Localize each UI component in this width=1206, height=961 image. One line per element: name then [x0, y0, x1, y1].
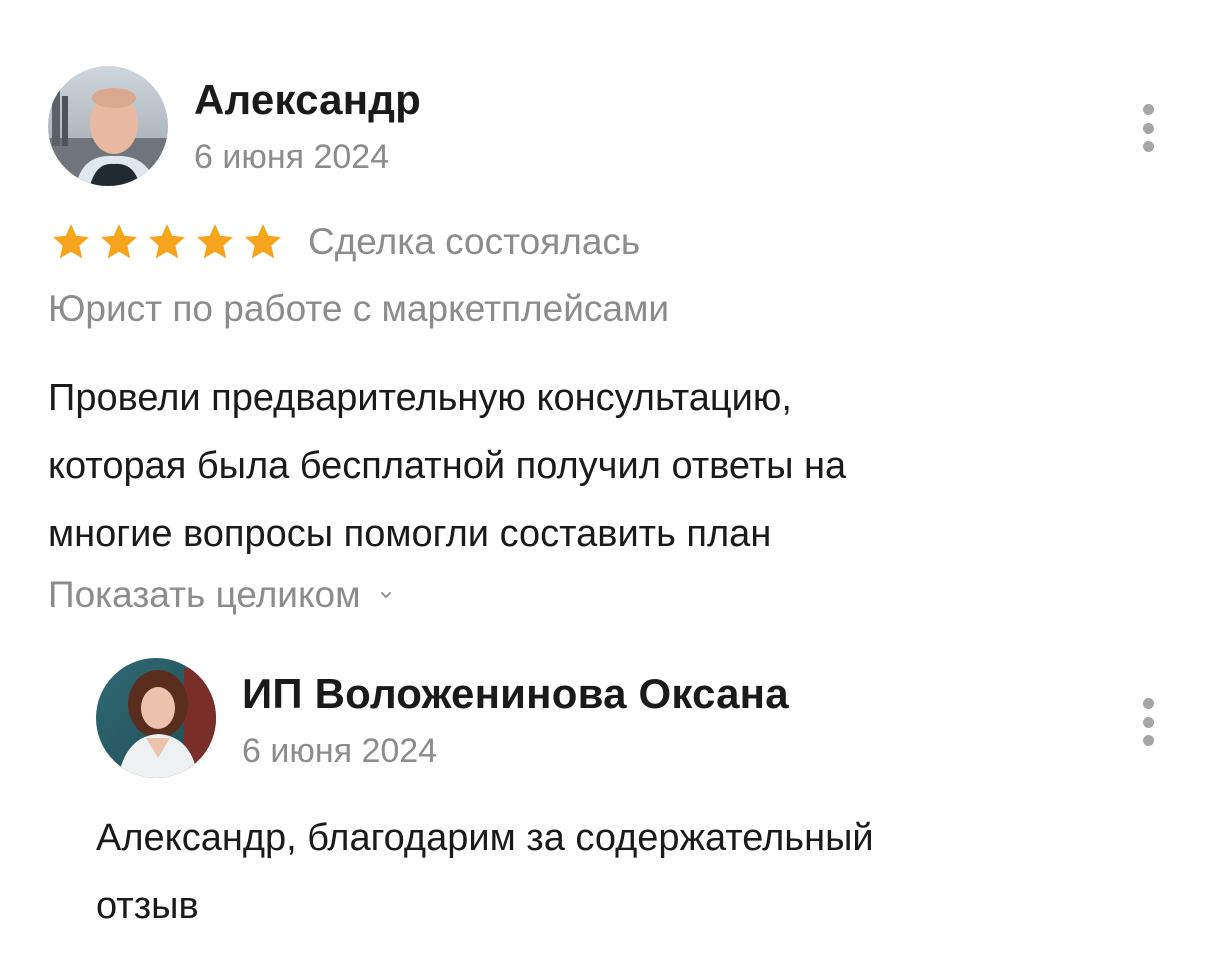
chevron-down-icon: [380, 592, 391, 598]
review-card: Александр 6 июня 2024 Сделка состоялась …: [48, 66, 1158, 615]
menu-dot: [1142, 141, 1154, 152]
star-rating: [48, 220, 286, 264]
seller-avatar-image: [96, 658, 216, 778]
rating-row: Сделка состоялась: [48, 220, 641, 264]
menu-dot: [1142, 716, 1154, 728]
service-name: Юрист по работе с маркетплейсами: [48, 288, 670, 329]
review-text-line: Провели предварительную консультацию,: [48, 377, 792, 419]
review-text-line: которая была бесплатной получил ответы н…: [48, 445, 847, 487]
star-icon: [149, 224, 185, 259]
menu-dot: [1142, 735, 1154, 746]
star-icon: [245, 224, 281, 259]
review-text: Провели предварительную консультацию, ко…: [48, 364, 1128, 568]
menu-dot: [1142, 122, 1154, 134]
reply-text-line: Александр, благодарим за содержательный: [96, 817, 874, 859]
reviewer-avatar-image: [48, 66, 168, 186]
star-icon: [101, 224, 137, 259]
star-icon: [53, 224, 89, 259]
reply-date: 6 июня 2024: [242, 732, 438, 770]
reply-header: ИП Воложенинова Оксана 6 июня 2024: [96, 658, 1158, 780]
show-full-button[interactable]: Показать целиком: [48, 574, 393, 616]
deal-status: Сделка состоялась: [308, 221, 641, 262]
show-full-label: Показать целиком: [48, 574, 361, 615]
reply-text: Александр, благодарим за содержательный …: [96, 804, 1076, 940]
star-icon: [197, 224, 233, 259]
review-date: 6 июня 2024: [194, 138, 390, 176]
review-header: Александр 6 июня 2024: [48, 66, 1158, 188]
seller-avatar[interactable]: [96, 658, 216, 778]
more-vertical-icon[interactable]: [1138, 104, 1158, 152]
reply-text-line: отзыв: [96, 885, 199, 927]
reviewer-name[interactable]: Александр: [194, 76, 421, 124]
review-text-line: многие вопросы помогли составить план: [48, 513, 772, 555]
menu-dot: [1142, 698, 1154, 709]
more-vertical-icon[interactable]: [1138, 698, 1158, 746]
menu-dot: [1142, 104, 1154, 115]
seller-reply: ИП Воложенинова Оксана 6 июня 2024 Алекс…: [96, 658, 1158, 927]
seller-name[interactable]: ИП Воложенинова Оксана: [242, 670, 789, 718]
reviewer-avatar[interactable]: [48, 66, 168, 186]
